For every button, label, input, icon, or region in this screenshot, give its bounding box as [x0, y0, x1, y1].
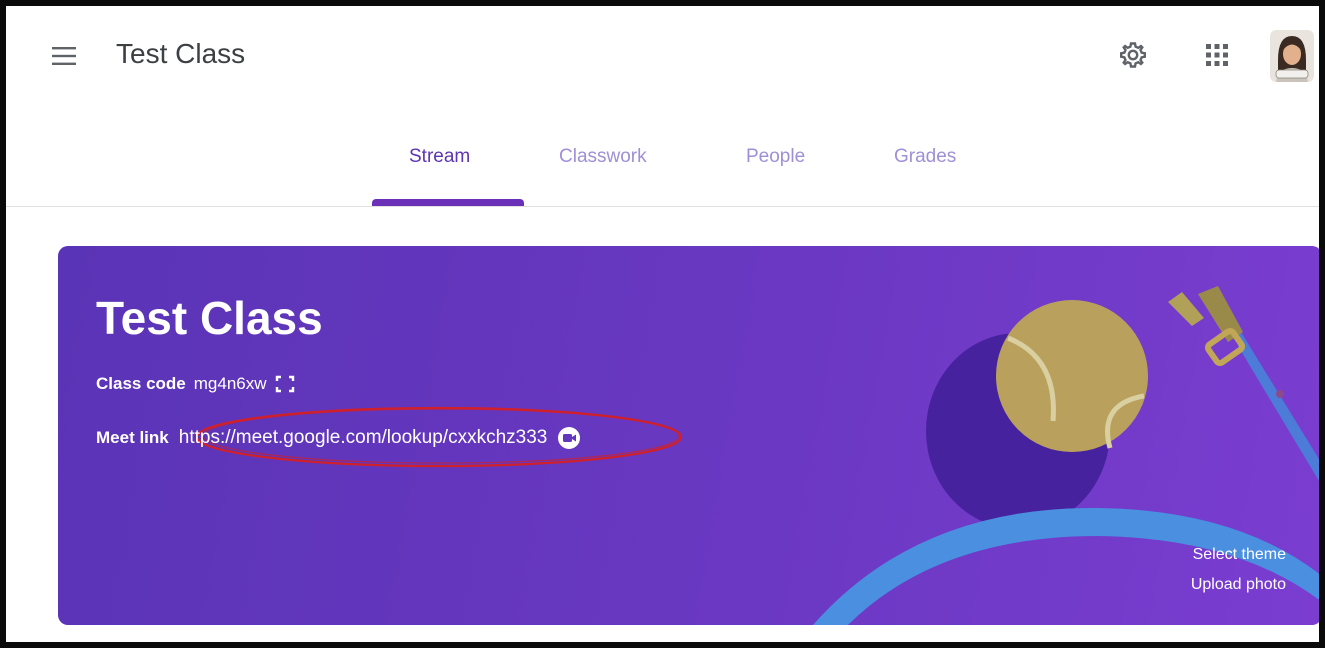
avatar[interactable]	[1270, 30, 1314, 82]
tab-bar: Stream Classwork People Grades	[6, 106, 1319, 207]
select-theme-link[interactable]: Select theme	[1193, 546, 1286, 564]
meet-link-row: Meet link https://meet.google.com/lookup…	[96, 426, 581, 450]
tab-divider	[6, 206, 1319, 207]
upload-photo-link[interactable]: Upload photo	[1191, 576, 1286, 594]
tab-stream[interactable]: Stream	[409, 146, 470, 168]
hamburger-menu-icon[interactable]	[52, 46, 76, 66]
video-camera-icon[interactable]	[557, 426, 581, 450]
meet-link-label: Meet link	[96, 428, 169, 447]
class-title: Test Class	[96, 292, 323, 344]
class-code-row: Class code mg4n6xw	[96, 374, 295, 394]
class-banner: Test Class Class code mg4n6xw Meet link …	[58, 246, 1319, 625]
meet-link[interactable]: https://meet.google.com/lookup/cxxkchz33…	[179, 427, 548, 449]
app-window: Test Class Stream Classwork People Grade…	[0, 0, 1325, 648]
page-title: Test Class	[116, 38, 246, 69]
tab-classwork[interactable]: Classwork	[559, 146, 647, 168]
gear-icon[interactable]	[1118, 40, 1148, 70]
fullscreen-icon[interactable]	[275, 375, 295, 393]
tab-grades[interactable]: Grades	[894, 146, 956, 168]
class-code-value: mg4n6xw	[193, 374, 267, 393]
top-app-bar: Test Class	[6, 6, 1319, 106]
tab-people[interactable]: People	[746, 146, 805, 168]
class-code-label: Class code	[96, 374, 186, 393]
apps-grid-icon[interactable]	[1202, 40, 1232, 70]
